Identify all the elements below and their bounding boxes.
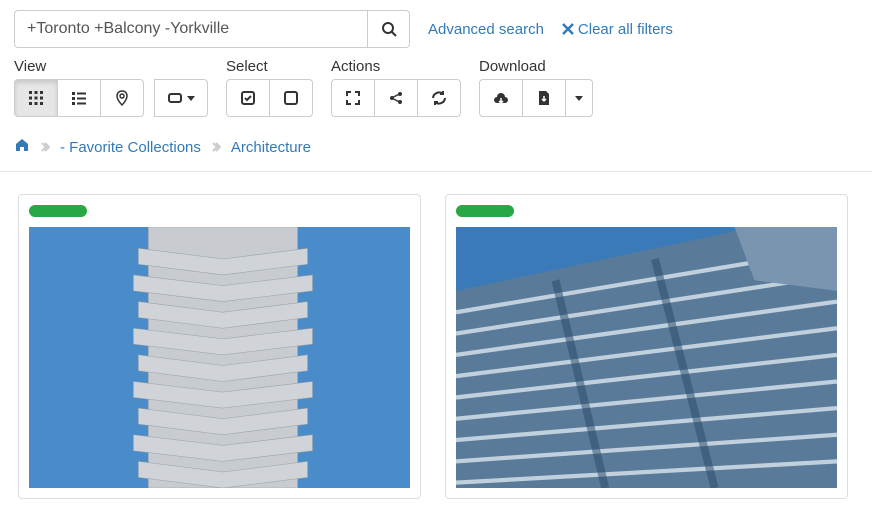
breadcrumb: - Favorite Collections Architecture [0, 129, 872, 172]
download-file-button[interactable] [522, 79, 566, 117]
actions-section: Actions [331, 58, 461, 117]
breadcrumb-separator [211, 139, 221, 155]
view-label: View [14, 58, 208, 75]
breadcrumb-home[interactable] [14, 137, 30, 157]
toolbar: View Select [0, 58, 872, 129]
download-section: Download [479, 58, 593, 117]
search-icon [381, 21, 397, 37]
thumbnail [456, 227, 837, 488]
result-card[interactable] [18, 194, 421, 499]
results-grid [0, 172, 872, 521]
select-group [226, 79, 313, 117]
view-map-button[interactable] [100, 79, 144, 117]
map-pin-icon [114, 90, 130, 106]
advanced-search-link[interactable]: Advanced search [428, 21, 544, 38]
refresh-icon [431, 90, 447, 106]
file-download-icon [536, 90, 552, 106]
clear-filters-link[interactable]: Clear all filters [562, 21, 673, 38]
clear-filters-label: Clear all filters [578, 21, 673, 38]
share-icon [388, 90, 404, 106]
fullscreen-button[interactable] [331, 79, 375, 117]
cloud-download-icon [493, 90, 509, 106]
view-mode-group [14, 79, 144, 117]
view-size-button[interactable] [154, 79, 208, 117]
top-bar: Advanced search Clear all filters [0, 0, 872, 58]
breadcrumb-favorites[interactable]: - Favorite Collections [60, 139, 201, 156]
view-size-group [154, 79, 208, 117]
actions-group [331, 79, 461, 117]
search-input[interactable] [14, 10, 368, 48]
checkbox-empty-icon [283, 90, 299, 106]
view-grid-button[interactable] [14, 79, 58, 117]
select-section: Select [226, 58, 313, 117]
breadcrumb-current[interactable]: Architecture [231, 139, 311, 156]
home-icon [14, 137, 30, 153]
actions-label: Actions [331, 58, 461, 75]
download-label: Download [479, 58, 593, 75]
caret-down-icon [187, 96, 195, 101]
checkbox-checked-icon [240, 90, 256, 106]
rectangle-icon [167, 90, 183, 106]
breadcrumb-separator [40, 139, 50, 155]
download-cloud-button[interactable] [479, 79, 523, 117]
close-icon [562, 23, 574, 35]
view-section: View [14, 58, 208, 117]
list-icon [71, 90, 87, 106]
download-group [479, 79, 593, 117]
select-none-button[interactable] [269, 79, 313, 117]
status-badge [29, 205, 87, 217]
share-button[interactable] [374, 79, 418, 117]
select-all-button[interactable] [226, 79, 270, 117]
refresh-button[interactable] [417, 79, 461, 117]
search-group [14, 10, 410, 48]
expand-icon [345, 90, 361, 106]
status-badge [456, 205, 514, 217]
select-label: Select [226, 58, 313, 75]
view-list-button[interactable] [57, 79, 101, 117]
result-card[interactable] [445, 194, 848, 499]
download-more-button[interactable] [565, 79, 593, 117]
search-button[interactable] [368, 10, 410, 48]
grid-icon [28, 90, 44, 106]
thumbnail [29, 227, 410, 488]
caret-down-icon [575, 96, 583, 101]
